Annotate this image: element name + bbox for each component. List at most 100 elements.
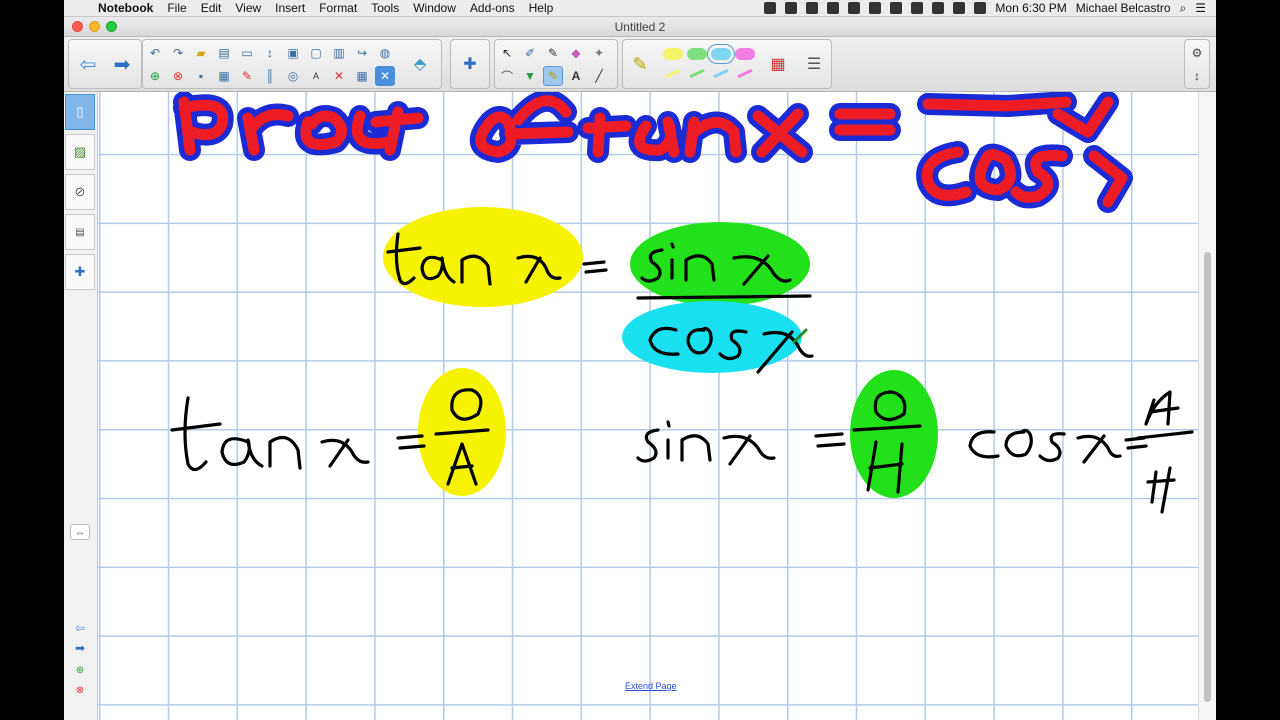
highlighter-yellow-swatch[interactable] (663, 48, 683, 60)
line-yellow-swatch[interactable] (665, 68, 681, 79)
menu-addons[interactable]: Add-ons (470, 1, 515, 15)
capture-icon[interactable]: ▣ (283, 43, 303, 63)
status-icon[interactable] (869, 2, 882, 14)
menu-tools[interactable]: Tools (371, 1, 399, 15)
user-name[interactable]: Michael Belcastro (1076, 1, 1171, 15)
scrollbar-thumb[interactable] (1204, 252, 1211, 702)
menu-edit[interactable]: Edit (201, 1, 222, 15)
share-icon[interactable]: ↪ (352, 43, 372, 63)
menu-file[interactable]: File (167, 1, 186, 15)
fill-icon[interactable]: ▼ (520, 66, 540, 86)
next-page-small-icon[interactable]: ➡ (70, 640, 90, 656)
title-ink (173, 92, 1133, 213)
undo-icon[interactable]: ↶ (145, 43, 165, 63)
measure-icon[interactable]: ║ (260, 66, 280, 86)
vertical-scrollbar[interactable] (1198, 92, 1216, 720)
tools-icon[interactable]: ✎ (237, 66, 257, 86)
highlighter-green-swatch[interactable] (687, 48, 707, 60)
table-icon[interactable]: ▦ (352, 66, 372, 86)
paste-icon[interactable]: ▤ (214, 43, 234, 63)
menu-window[interactable]: Window (413, 1, 456, 15)
screen-shade-icon[interactable]: ▭ (237, 43, 257, 63)
text-icon[interactable]: A (566, 66, 586, 86)
status-icon[interactable] (806, 2, 819, 14)
next-page-icon[interactable]: ➡ (107, 44, 137, 84)
save-icon[interactable]: ▪ (191, 66, 211, 86)
print-icon[interactable]: ▦ (214, 66, 234, 86)
status-icon[interactable] (785, 2, 798, 14)
highlighter-icon[interactable]: ✎ (543, 66, 563, 86)
clock[interactable]: Mon 6:30 PM (995, 1, 1066, 15)
home-icon[interactable]: ⬘ (405, 44, 435, 84)
addons-tab-icon[interactable]: ✚ (65, 254, 95, 290)
delete-page-small-icon[interactable]: ⊗ (70, 682, 90, 698)
pen-icon[interactable]: ✐ (520, 43, 540, 63)
gear-icon[interactable]: ⚙ (1187, 43, 1207, 63)
toolbar-position-icon[interactable]: ↕ (1187, 66, 1207, 86)
text-recognition-icon[interactable]: A (306, 66, 326, 86)
clear-icon[interactable]: ✕ (329, 66, 349, 86)
menu-view[interactable]: View (235, 1, 261, 15)
whiteboard-canvas[interactable]: Extend Page (98, 92, 1198, 720)
color-palette-icon[interactable]: ▦ (763, 44, 793, 84)
line-green-swatch[interactable] (689, 68, 705, 79)
edit-group: ↶ ↷ ▰ ▤ ▭ ↕ ▣ ▢ ▥ ↪ ◍ ⊕ ⊗ ▪ ▦ ✎ ║ ◎ A ✕ … (142, 39, 442, 89)
delete-page-icon[interactable]: ⊗ (168, 66, 188, 86)
menu-insert[interactable]: Insert (275, 1, 305, 15)
toolbar: ⇦ ➡ ↶ ↷ ▰ ▤ ▭ ↕ ▣ ▢ ▥ ↪ ◍ ⊕ ⊗ ▪ ▦ ✎ ║ ◎ … (64, 37, 1216, 92)
green-highlight-oh (850, 370, 938, 498)
properties-tab-icon[interactable]: ▤ (65, 214, 95, 250)
previous-page-small-icon[interactable]: ⇦ (70, 620, 90, 636)
status-icon[interactable] (848, 2, 861, 14)
response-icon[interactable]: ◎ (283, 66, 303, 86)
properties-menu-icon[interactable]: ☰ (799, 44, 829, 84)
menu-app-name[interactable]: Notebook (98, 1, 153, 15)
document-camera-icon[interactable]: ▥ (329, 43, 349, 63)
menu-list-icon[interactable]: ☰ (1195, 1, 1206, 15)
expand-sidebar-icon[interactable]: ↔ (70, 524, 90, 540)
wifi-icon[interactable] (911, 2, 924, 14)
tools-group: ↖ ✐ ✎ ◆ ✦ ⌒ ▼ ✎ A ╱ (494, 39, 618, 89)
yellow-highlight-tan (383, 207, 583, 307)
addons-icon[interactable]: ✚ (455, 44, 485, 84)
extend-page-link[interactable]: Extend Page (625, 681, 677, 691)
status-icon[interactable] (827, 2, 840, 14)
nav-group: ⇦ ➡ (68, 39, 142, 89)
display-icon[interactable]: ▢ (306, 43, 326, 63)
magic-pen-icon[interactable]: ✦ (589, 43, 609, 63)
highlighter-tool-icon[interactable]: ✎ (625, 44, 655, 84)
open-icon[interactable]: ▰ (191, 43, 211, 63)
ink-layer (170, 92, 1194, 514)
highlighter-pink-swatch[interactable] (735, 48, 755, 60)
page-height-icon[interactable]: ↕ (260, 43, 280, 63)
menu-format[interactable]: Format (319, 1, 357, 15)
menu-bar: Notebook File Edit View Insert Format To… (64, 0, 1216, 17)
bluetooth-icon[interactable] (932, 2, 945, 14)
gallery-tab-icon[interactable]: ▨ (65, 134, 95, 170)
highlighter-cyan-swatch[interactable] (707, 44, 735, 64)
status-icon[interactable] (890, 2, 903, 14)
add-page-small-icon[interactable]: ⊕ (70, 662, 90, 678)
attachments-tab-icon[interactable]: ⊘ (65, 174, 95, 210)
close-box-icon[interactable]: ✕ (375, 66, 395, 86)
previous-page-icon[interactable]: ⇦ (73, 44, 103, 84)
line-icon[interactable]: ╱ (589, 66, 609, 86)
volume-icon[interactable] (953, 2, 966, 14)
status-icon[interactable] (764, 2, 777, 14)
select-icon[interactable]: ↖ (497, 43, 517, 63)
line-cyan-swatch[interactable] (713, 68, 729, 79)
side-tabs: ▯ ▨ ⊘ ▤ ✚ ↔ ⇦ ➡ ⊕ ⊗ (64, 92, 98, 720)
status-area: Mon 6:30 PM Michael Belcastro ⌕ ☰ (764, 1, 1216, 16)
eraser-icon[interactable]: ◆ (566, 43, 586, 63)
shape-pen-icon[interactable]: ⌒ (497, 66, 517, 86)
page-sorter-tab-icon[interactable]: ▯ (65, 94, 95, 130)
menu-help[interactable]: Help (529, 1, 554, 15)
creative-pen-icon[interactable]: ✎ (543, 43, 563, 63)
battery-icon[interactable] (974, 2, 987, 14)
redo-icon[interactable]: ↷ (168, 43, 188, 63)
line-pink-swatch[interactable] (737, 68, 753, 79)
properties-group: ✎ ▦ ☰ (622, 39, 832, 89)
web-icon[interactable]: ◍ (375, 43, 395, 63)
search-icon[interactable]: ⌕ (1180, 1, 1187, 16)
add-page-icon[interactable]: ⊕ (145, 66, 165, 86)
